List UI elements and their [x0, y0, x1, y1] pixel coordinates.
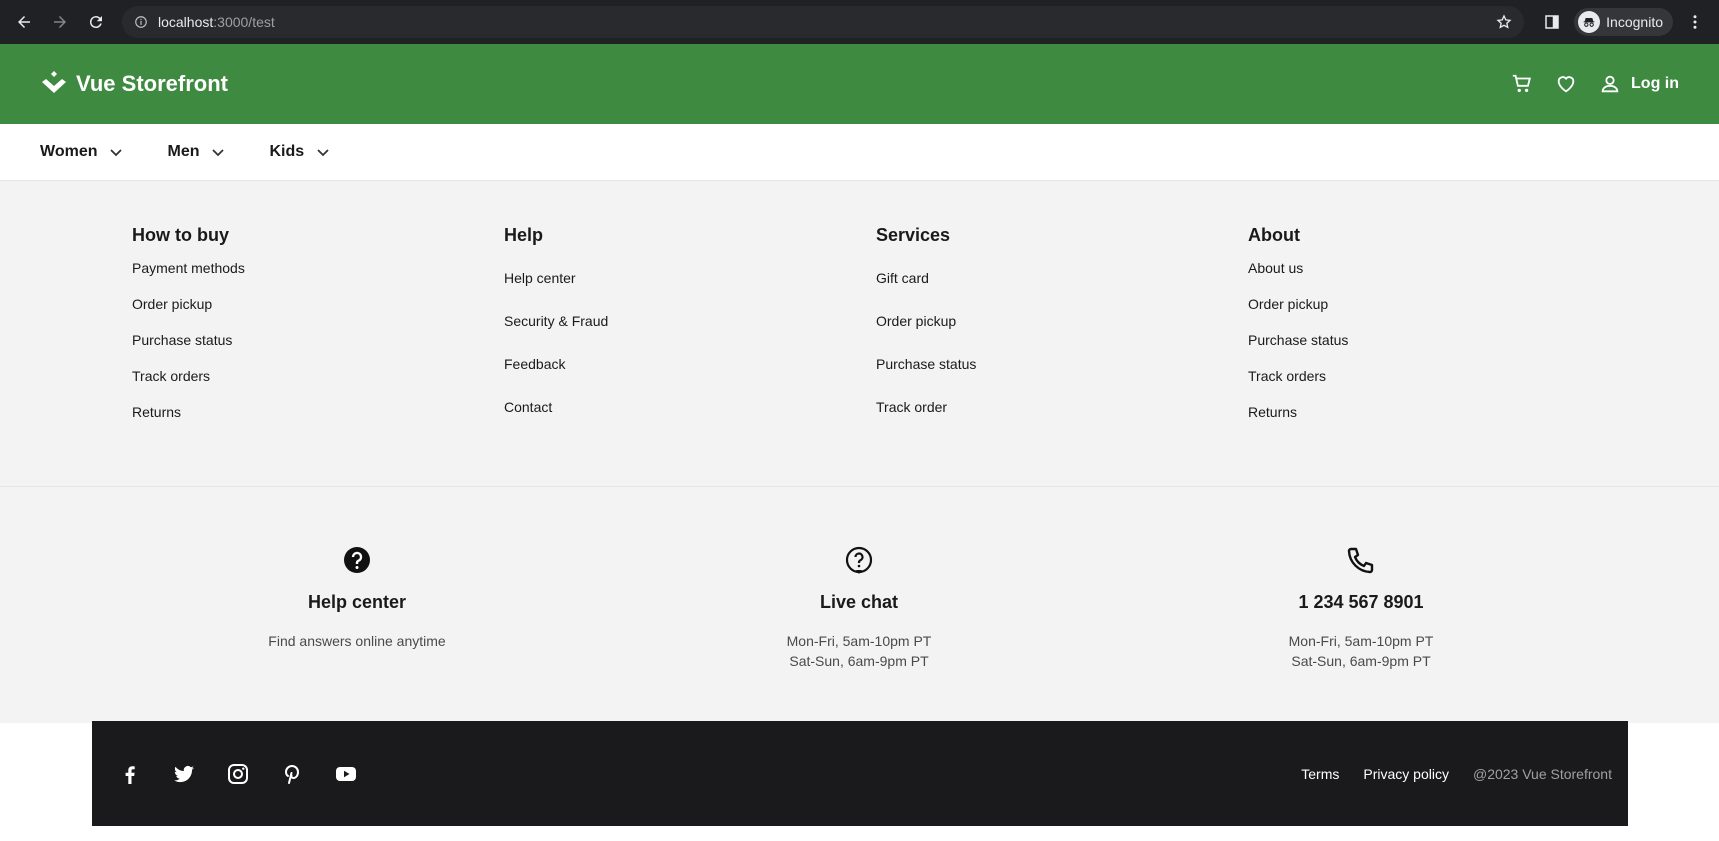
- footer-link[interactable]: Feedback: [504, 356, 876, 372]
- category-nav: Women Men Kids: [0, 124, 1719, 181]
- login-button[interactable]: Log in: [1599, 73, 1679, 95]
- arrow-left-icon: [18, 16, 30, 28]
- category-kids[interactable]: Kids: [269, 143, 330, 161]
- footer-column-about: About About us Order pickup Purchase sta…: [1248, 217, 1620, 486]
- contact-line: Sat-Sun, 6am-9pm PT: [789, 653, 929, 669]
- footer-link[interactable]: Security & Fraud: [504, 313, 876, 329]
- url-path: :3000/test: [213, 14, 275, 30]
- footer-link-columns: How to buy Payment methods Order pickup …: [0, 181, 1719, 487]
- user-icon: [1601, 75, 1619, 93]
- contact-line: Mon-Fri, 5am-10pm PT: [786, 633, 932, 649]
- column-title: How to buy: [132, 225, 229, 245]
- footer-link[interactable]: Payment methods: [132, 260, 504, 276]
- browser-toolbar: localhost:3000/test Incognito: [0, 0, 1719, 44]
- incognito-icon: [1578, 11, 1601, 33]
- phone-icon: [1347, 547, 1374, 574]
- bottom-bar: Terms Privacy policy @2023 Vue Storefron…: [92, 721, 1628, 826]
- footer-link[interactable]: Purchase status: [1248, 332, 1620, 348]
- side-panel-icon: [1545, 15, 1559, 29]
- footer-link[interactable]: Gift card: [876, 270, 1248, 286]
- footer-link[interactable]: Track orders: [132, 368, 504, 384]
- column-title: About: [1248, 225, 1300, 245]
- contact-title: 1 234 567 8901: [1298, 592, 1424, 612]
- facebook-icon[interactable]: [118, 762, 142, 786]
- footer-link[interactable]: Track order: [876, 399, 1248, 415]
- info-icon: [135, 16, 147, 28]
- footer-column-how-to-buy: How to buy Payment methods Order pickup …: [132, 217, 504, 486]
- wishlist-heart-icon[interactable]: [1555, 73, 1577, 95]
- privacy-policy-link[interactable]: Privacy policy: [1363, 766, 1449, 782]
- footer-link[interactable]: Purchase status: [132, 332, 504, 348]
- footer-link[interactable]: Returns: [1248, 404, 1620, 420]
- footer-link[interactable]: Order pickup: [1248, 296, 1620, 312]
- footer-link[interactable]: Track orders: [1248, 368, 1620, 384]
- back-button[interactable]: [8, 6, 40, 38]
- contact-phone[interactable]: 1 234 567 8901 Mon-Fri, 5am-10pm PT Sat-…: [1110, 545, 1612, 723]
- chat-icon: [845, 546, 873, 574]
- legal-links: Terms Privacy policy @2023 Vue Storefron…: [1301, 766, 1612, 782]
- footer-link[interactable]: Order pickup: [132, 296, 504, 312]
- address-bar[interactable]: localhost:3000/test: [122, 6, 1525, 38]
- footer-link[interactable]: Help center: [504, 270, 876, 286]
- login-label: Log in: [1631, 75, 1679, 92]
- reload-button[interactable]: [80, 6, 112, 38]
- cart-icon[interactable]: [1511, 73, 1533, 95]
- chevron-down-icon: [317, 149, 329, 157]
- category-label: Men: [167, 143, 200, 160]
- browser-menu-button[interactable]: [1679, 6, 1711, 38]
- category-label: Kids: [269, 143, 305, 160]
- footer: How to buy Payment methods Order pickup …: [0, 181, 1719, 723]
- footer-column-help: Help Help center Security & Fraud Feedba…: [504, 217, 876, 486]
- pinterest-icon[interactable]: [280, 762, 304, 786]
- contact-help-center[interactable]: Help center Find answers online anytime: [106, 545, 608, 723]
- contact-line: Mon-Fri, 5am-10pm PT: [1288, 633, 1434, 649]
- category-label: Women: [40, 143, 98, 160]
- column-title: Services: [876, 225, 951, 245]
- bookmark-star-icon[interactable]: [1496, 14, 1512, 30]
- site-header: Vue Storefront Log in: [0, 44, 1719, 124]
- category-women[interactable]: Women: [40, 143, 123, 161]
- vsf-logo-icon: [42, 71, 66, 93]
- footer-link[interactable]: Returns: [132, 404, 504, 420]
- footer-link[interactable]: Purchase status: [876, 356, 1248, 372]
- contact-line: Sat-Sun, 6am-9pm PT: [1291, 653, 1431, 669]
- incognito-badge[interactable]: Incognito: [1574, 8, 1673, 36]
- youtube-icon[interactable]: [334, 762, 358, 786]
- contact-line: Find answers online anytime: [268, 633, 446, 649]
- contact-live-chat[interactable]: Live chat Mon-Fri, 5am-10pm PT Sat-Sun, …: [608, 545, 1110, 723]
- contact-title: Help center: [307, 592, 407, 612]
- twitter-icon[interactable]: [172, 762, 196, 786]
- side-panel-button[interactable]: [1536, 6, 1568, 38]
- instagram-icon[interactable]: [226, 762, 250, 786]
- contact-section: Help center Find answers online anytime …: [0, 487, 1719, 723]
- footer-link[interactable]: About us: [1248, 260, 1620, 276]
- footer-link[interactable]: Contact: [504, 399, 876, 415]
- help-icon: [344, 547, 370, 573]
- brand-logo[interactable]: Vue Storefront: [40, 70, 228, 98]
- terms-link[interactable]: Terms: [1301, 766, 1339, 782]
- url-host: localhost: [158, 14, 214, 30]
- brand-name: Vue Storefront: [76, 71, 228, 96]
- category-men[interactable]: Men: [167, 143, 225, 161]
- copyright-text: @2023 Vue Storefront: [1472, 765, 1612, 782]
- arrow-right-icon: [54, 16, 66, 28]
- footer-link[interactable]: Order pickup: [876, 313, 1248, 329]
- profile-label: Incognito: [1606, 14, 1663, 30]
- reload-icon: [89, 16, 102, 29]
- chevron-down-icon: [212, 149, 225, 157]
- contact-title: Live chat: [819, 592, 899, 612]
- kebab-menu-icon: [1693, 15, 1697, 29]
- social-links: [118, 762, 358, 786]
- forward-button[interactable]: [44, 6, 76, 38]
- footer-column-services: Services Gift card Order pickup Purchase…: [876, 217, 1248, 486]
- column-title: Help: [504, 225, 544, 245]
- chevron-down-icon: [110, 149, 123, 157]
